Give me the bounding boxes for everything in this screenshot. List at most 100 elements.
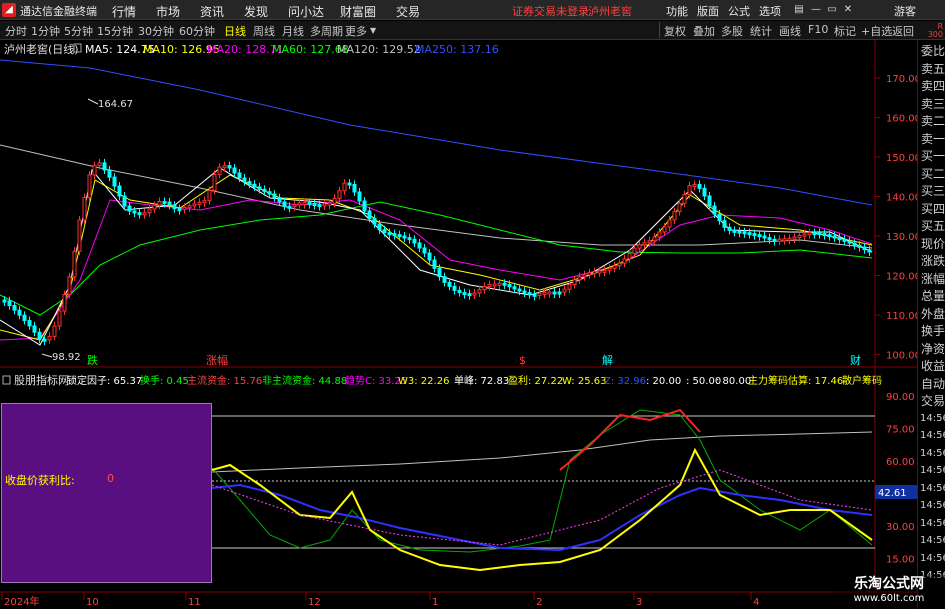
candle-body	[77, 219, 82, 252]
overlay-panel[interactable]: 收盘价获利比: 0	[1, 403, 212, 583]
side-panel-item[interactable]: 涨跌	[921, 254, 945, 268]
side-panel-item[interactable]: 买四	[921, 202, 945, 216]
close-icon[interactable]: ✕	[842, 4, 854, 16]
tool-diejia[interactable]: 叠加	[693, 23, 715, 39]
menu-wenxiaoda[interactable]: 问小达	[288, 3, 324, 20]
toolbar-icon[interactable]: ▤	[793, 4, 805, 16]
side-panel-item[interactable]: 净资	[921, 342, 945, 356]
indicator-legend-item: 锁定因子: 65.37	[67, 374, 142, 387]
candle-body	[257, 186, 262, 190]
side-panel-item[interactable]: 外盘	[921, 307, 945, 321]
side-panel-item[interactable]: 买三	[921, 184, 945, 198]
tool-back[interactable]: 返回	[892, 23, 914, 39]
event-marker[interactable]: 财	[850, 353, 861, 367]
indicator-legend-item: 换手: 0.45	[140, 374, 189, 387]
candle-body	[602, 269, 607, 273]
candle-body	[822, 233, 827, 237]
candle-body	[827, 234, 832, 238]
event-marker[interactable]: $	[519, 354, 526, 367]
period-15min[interactable]: 15分钟	[97, 23, 133, 39]
menu-gongneng[interactable]: 功能	[666, 3, 688, 19]
date-axis-label: 10	[86, 597, 99, 608]
period-1min[interactable]: 1分钟	[31, 23, 60, 39]
candle-body	[252, 183, 257, 188]
side-panel-item[interactable]: 14:56	[920, 534, 945, 548]
side-panel-item[interactable]: 买二	[921, 167, 945, 181]
period-toolbar: 分时 1分钟 5分钟 15分钟 30分钟 60分钟 日线 周线 月线 多周期 更…	[0, 21, 917, 40]
candle-body	[677, 202, 682, 213]
menu-gongshi[interactable]: 公式	[728, 3, 750, 19]
side-panel-item[interactable]: 卖三	[921, 97, 945, 111]
candle-body	[832, 235, 837, 239]
side-panel-item[interactable]: 委比	[921, 44, 945, 58]
tool-tongji[interactable]: 统计	[750, 23, 772, 39]
maximize-icon[interactable]: ▭	[826, 4, 838, 16]
side-panel-item[interactable]: 现价	[921, 237, 945, 251]
menu-zixun[interactable]: 资讯	[200, 3, 224, 20]
event-marker[interactable]: 涨幅	[206, 354, 228, 367]
side-panel-item[interactable]: 买一	[921, 149, 945, 163]
price-axis-label: 170.00	[886, 74, 917, 85]
candle-body	[802, 233, 807, 237]
event-marker[interactable]: 跌	[87, 353, 98, 367]
side-panel-item[interactable]: 总量	[921, 289, 945, 303]
candle-body	[57, 310, 62, 327]
side-panel-item[interactable]: 14:56	[920, 517, 945, 531]
menu-caifuquan[interactable]: 财富圈	[340, 3, 376, 20]
candle-body	[212, 173, 217, 191]
side-panel-item[interactable]: 卖一	[921, 132, 945, 146]
candle-body	[62, 294, 67, 312]
side-panel-item[interactable]: 收益	[921, 359, 945, 373]
menu-jiaoyi[interactable]: 交易	[396, 3, 420, 20]
side-panel-item[interactable]: 14:56	[920, 412, 945, 426]
period-60min[interactable]: 60分钟	[179, 23, 215, 39]
minimize-icon[interactable]: —	[810, 4, 822, 16]
candle-body	[837, 237, 842, 241]
side-panel-item[interactable]: 交易	[921, 394, 945, 408]
menu-xuanxiang[interactable]: 选项	[759, 3, 781, 19]
side-panel-item[interactable]: 卖二	[921, 114, 945, 128]
side-panel-item[interactable]: 14:56	[920, 464, 945, 478]
period-30min[interactable]: 30分钟	[138, 23, 174, 39]
side-panel-item[interactable]: 买五	[921, 219, 945, 233]
indicator-name[interactable]: 股朋指标网	[14, 373, 69, 387]
candle-body	[232, 167, 237, 174]
side-panel-item[interactable]: 14:56	[920, 499, 945, 513]
menu-banmian[interactable]: 版面	[697, 3, 719, 19]
menu-hangqing[interactable]: 行情	[112, 3, 136, 20]
side-panel-item[interactable]: 卖四	[921, 79, 945, 93]
side-panel-item[interactable]: 涨幅	[921, 272, 945, 286]
login-notice[interactable]: 证券交易未登录	[512, 3, 589, 19]
tool-duogu[interactable]: 多股	[721, 23, 743, 39]
candle-body	[767, 237, 772, 241]
more-dropdown-icon[interactable]: ▼	[370, 26, 376, 35]
side-panel-item[interactable]: 卖五	[921, 62, 945, 76]
candle-body	[527, 292, 532, 296]
event-marker[interactable]: 解	[602, 353, 613, 367]
side-panel-item[interactable]: 换手	[921, 324, 945, 338]
side-panel-item[interactable]: 14:56	[920, 429, 945, 443]
side-panel-item[interactable]: 14:56	[920, 482, 945, 496]
menu-faxian[interactable]: 发现	[244, 3, 268, 20]
period-multi[interactable]: 多周期	[310, 23, 343, 39]
candle-body	[297, 202, 302, 206]
tool-fuquan[interactable]: 复权	[664, 23, 686, 39]
tool-biaoji[interactable]: 标记	[834, 23, 856, 39]
period-day[interactable]: 日线	[224, 23, 246, 39]
period-fenshi[interactable]: 分时	[5, 23, 27, 39]
candle-body	[397, 234, 402, 238]
period-5min[interactable]: 5分钟	[64, 23, 93, 39]
candle-body	[207, 189, 212, 202]
period-month[interactable]: 月线	[282, 23, 304, 39]
tool-f10[interactable]: F10	[808, 23, 828, 36]
candle-body	[667, 219, 672, 228]
menu-shichang[interactable]: 市场	[156, 3, 180, 20]
side-panel-item[interactable]: 14:56	[920, 552, 945, 566]
tool-huaxian[interactable]: 画线	[779, 23, 801, 39]
period-more[interactable]: 更多	[345, 23, 367, 39]
period-week[interactable]: 周线	[253, 23, 275, 39]
side-panel-item[interactable]: 自动	[921, 377, 945, 391]
guest-label[interactable]: 游客	[894, 3, 916, 19]
tool-add-favorite[interactable]: +自选	[861, 23, 892, 39]
side-panel-item[interactable]: 14:56	[920, 447, 945, 461]
